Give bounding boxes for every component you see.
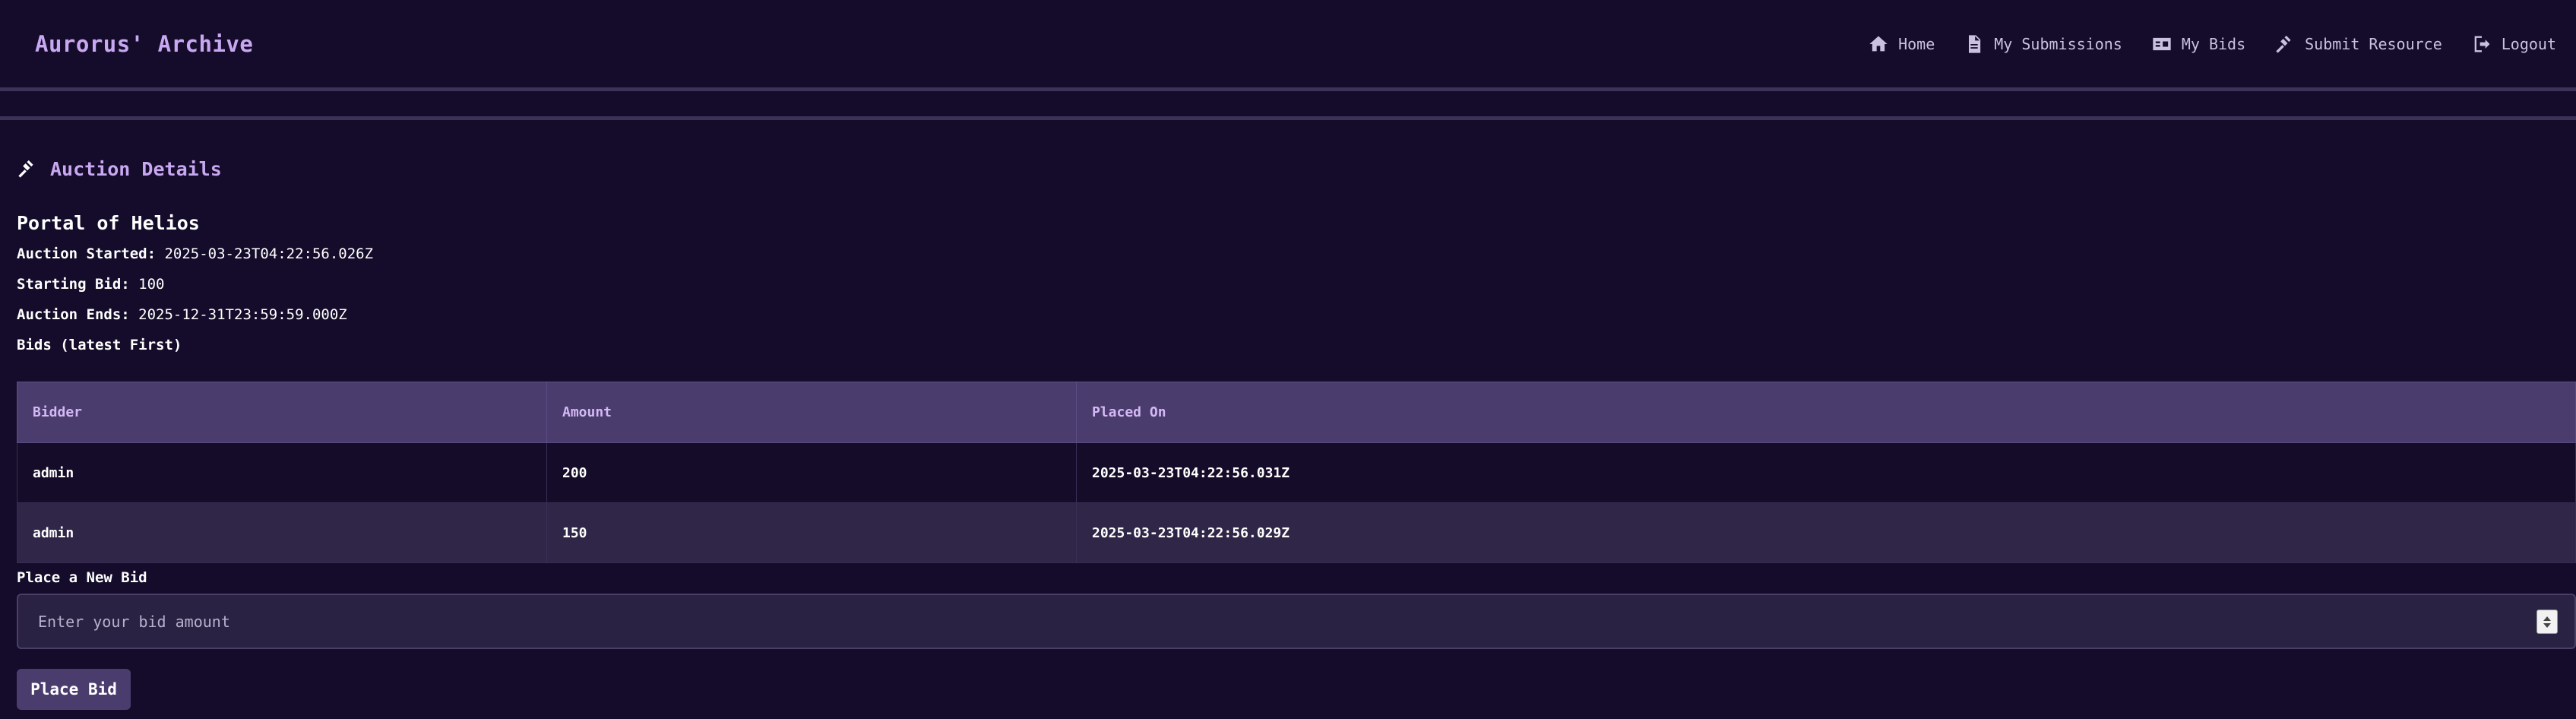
home-icon xyxy=(1869,36,1888,51)
nav-submit-resource[interactable]: Submit Resource xyxy=(2274,33,2442,55)
table-row: admin 150 2025-03-23T04:22:56.029Z xyxy=(17,502,2576,563)
nav-logout[interactable]: Logout xyxy=(2471,33,2556,55)
nav-home[interactable]: Home xyxy=(1868,33,1935,55)
cell-placed-on: 2025-03-23T04:22:56.031Z xyxy=(1076,442,2576,503)
auction-started-label: Auction Started: xyxy=(17,245,157,262)
nav-my-submissions[interactable]: My Submissions xyxy=(1964,33,2122,55)
top-navbar: Aurorus' Archive Home My Submissions My … xyxy=(0,0,2576,91)
divider xyxy=(0,116,2576,120)
bids-table: Bidder Amount Placed On admin 200 2025-0… xyxy=(17,382,2576,563)
auction-ends-value: 2025-12-31T23:59:59.000Z xyxy=(138,306,347,323)
header-amount: Amount xyxy=(546,382,1077,443)
new-bid-label: Place a New Bid xyxy=(17,569,147,586)
section-title: Auction Details xyxy=(50,157,222,180)
nav-submit-resource-label: Submit Resource xyxy=(2305,34,2442,53)
starting-bid-label: Starting Bid: xyxy=(17,276,130,293)
bids-heading: Bids (latest First) xyxy=(17,337,182,353)
spinner-up-icon[interactable] xyxy=(2543,616,2551,621)
starting-bid-value: 100 xyxy=(138,276,165,293)
nav-my-submissions-label: My Submissions xyxy=(1994,34,2122,53)
number-spinner[interactable] xyxy=(2536,610,2558,634)
gavel-icon xyxy=(18,160,33,178)
nav-links: Home My Submissions My Bids Submit Resou… xyxy=(1839,0,2556,87)
auction-details-content: Auction Details Portal of Helios Auction… xyxy=(17,152,2576,710)
header-bidder: Bidder xyxy=(17,382,547,443)
starting-bid: Starting Bid: 100 xyxy=(17,269,2576,299)
logout-icon xyxy=(2474,36,2490,52)
cell-placed-on: 2025-03-23T04:22:56.029Z xyxy=(1076,502,2576,563)
cell-amount: 200 xyxy=(546,442,1077,503)
bid-amount-input[interactable] xyxy=(18,595,2574,648)
cell-bidder: admin xyxy=(17,502,547,563)
auction-ends: Auction Ends: 2025-12-31T23:59:59.000Z xyxy=(17,299,2576,330)
table-header-row: Bidder Amount Placed On xyxy=(17,382,2576,443)
auction-started: Auction Started: 2025-03-23T04:22:56.026… xyxy=(17,239,2576,269)
brand-logo[interactable]: Aurorus' Archive xyxy=(35,31,253,57)
table-row: admin 200 2025-03-23T04:22:56.031Z xyxy=(17,442,2576,503)
spinner-down-icon[interactable] xyxy=(2543,622,2551,628)
nav-home-label: Home xyxy=(1898,34,1935,53)
section-header: Auction Details xyxy=(17,152,2576,185)
cell-amount: 150 xyxy=(546,502,1077,563)
resource-title: Portal of Helios xyxy=(17,212,200,234)
gavel-icon xyxy=(2276,35,2291,53)
auction-ends-label: Auction Ends: xyxy=(17,306,130,323)
nav-logout-label: Logout xyxy=(2501,34,2556,53)
id-card-icon xyxy=(2153,37,2171,50)
nav-my-bids-label: My Bids xyxy=(2181,34,2246,53)
cell-bidder: admin xyxy=(17,442,547,503)
nav-my-bids[interactable]: My Bids xyxy=(2151,33,2245,55)
auction-started-value: 2025-03-23T04:22:56.026Z xyxy=(164,245,374,262)
document-icon xyxy=(1969,34,1981,53)
bid-input-container xyxy=(17,594,2576,649)
place-bid-button[interactable]: Place Bid xyxy=(17,669,131,710)
header-placed-on: Placed On xyxy=(1076,382,2576,443)
